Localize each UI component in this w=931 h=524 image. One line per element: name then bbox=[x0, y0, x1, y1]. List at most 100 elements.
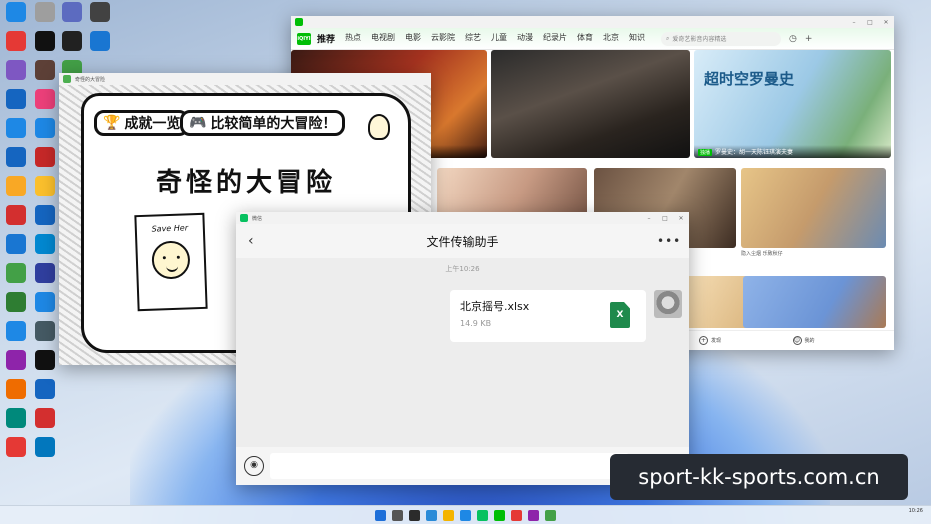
maximize-icon[interactable]: □ bbox=[661, 215, 669, 222]
file-explorer-icon[interactable] bbox=[443, 509, 454, 521]
desktop-icon[interactable] bbox=[33, 234, 57, 255]
desktop-icon[interactable] bbox=[4, 89, 28, 110]
desktop-icon[interactable] bbox=[33, 379, 57, 400]
edge-icon[interactable] bbox=[426, 509, 437, 521]
history-icon[interactable]: ◷ bbox=[789, 34, 797, 44]
nav-tab[interactable]: 儿童 bbox=[491, 32, 507, 45]
window-title: 奇怪的大冒险 bbox=[75, 76, 106, 83]
nav-tab[interactable]: 北京 bbox=[603, 32, 619, 45]
chat-titlebar[interactable]: 微信 – □ ✕ bbox=[236, 212, 689, 224]
desktop-icon[interactable] bbox=[4, 292, 28, 313]
search-input[interactable]: ⌕ 爱奇艺影音内容精选 bbox=[661, 31, 782, 46]
chat-window[interactable]: 微信 – □ ✕ ‹ 文件传输助手 ••• 上午10:26 北京摇号.xlsx … bbox=[236, 212, 689, 485]
wechat-taskbar-icon[interactable] bbox=[477, 509, 488, 521]
more-icon[interactable]: ••• bbox=[657, 234, 680, 248]
app-icon bbox=[6, 292, 26, 312]
desktop-icon[interactable] bbox=[33, 31, 57, 52]
nav-tab[interactable]: 推荐 bbox=[317, 32, 335, 45]
close-icon[interactable]: ✕ bbox=[882, 19, 890, 26]
task-view-icon[interactable] bbox=[409, 509, 420, 521]
file-message[interactable]: 北京摇号.xlsx 14.9 KB X bbox=[450, 290, 646, 342]
video-tile[interactable] bbox=[491, 50, 690, 158]
desktop-icon[interactable] bbox=[4, 176, 28, 197]
app-taskbar-icon[interactable] bbox=[528, 509, 539, 521]
desktop-icon[interactable] bbox=[33, 292, 57, 313]
minimize-icon[interactable]: – bbox=[850, 19, 858, 26]
desktop-icon[interactable] bbox=[4, 31, 28, 52]
desktop-icon[interactable] bbox=[33, 2, 57, 23]
desktop-icon[interactable] bbox=[4, 147, 28, 168]
chat-title: 文件传输助手 bbox=[426, 234, 499, 249]
voice-icon[interactable]: ◉ bbox=[244, 456, 264, 476]
back-icon[interactable]: ‹ bbox=[248, 233, 268, 249]
desktop-icon[interactable] bbox=[33, 408, 57, 429]
profile-label: 我的 bbox=[804, 338, 815, 344]
desktop-icon[interactable] bbox=[33, 437, 57, 458]
app-icon bbox=[90, 31, 110, 51]
desktop-icon[interactable] bbox=[33, 350, 57, 371]
nav-tab[interactable]: 知识 bbox=[629, 32, 645, 45]
nav-tab[interactable]: 体育 bbox=[577, 32, 593, 45]
search-icon[interactable] bbox=[392, 509, 403, 521]
desktop-icon[interactable] bbox=[4, 350, 28, 371]
app-icon bbox=[35, 292, 55, 312]
app-taskbar-icon[interactable] bbox=[545, 509, 556, 521]
profile-tab[interactable]: ☺ 我的 bbox=[792, 336, 887, 345]
app-icon bbox=[90, 2, 110, 22]
desktop-icon[interactable] bbox=[4, 60, 28, 81]
save-her-note[interactable]: Save Her bbox=[134, 212, 208, 312]
search-placeholder: 爱奇艺影音内容精选 bbox=[672, 36, 727, 43]
minimize-icon[interactable]: – bbox=[645, 215, 653, 222]
desktop-icon[interactable] bbox=[33, 263, 57, 284]
easy-mode-button[interactable]: 🎮 比较简单的大冒险！ bbox=[180, 110, 346, 136]
clock[interactable]: 10:26 bbox=[909, 508, 923, 515]
desktop-icon[interactable] bbox=[4, 234, 28, 255]
desktop-icon[interactable] bbox=[4, 263, 28, 284]
desktop-icon[interactable] bbox=[4, 379, 28, 400]
nav-tab[interactable]: 电视剧 bbox=[371, 32, 395, 45]
desktop-icon[interactable] bbox=[4, 437, 28, 458]
desktop-icon[interactable] bbox=[4, 118, 28, 139]
desktop-icon[interactable] bbox=[4, 321, 28, 342]
add-icon[interactable]: + bbox=[805, 34, 813, 44]
video-tile[interactable] bbox=[743, 276, 886, 328]
desktop-icon[interactable] bbox=[60, 2, 84, 23]
desktop-icon[interactable] bbox=[4, 408, 28, 429]
desktop-icon[interactable] bbox=[60, 31, 84, 52]
desktop-icon[interactable] bbox=[33, 60, 57, 81]
video-tile[interactable] bbox=[741, 168, 886, 248]
nav-tab[interactable]: 综艺 bbox=[465, 32, 481, 45]
video-app-titlebar[interactable]: – □ ✕ bbox=[291, 16, 894, 28]
close-icon[interactable]: ✕ bbox=[677, 215, 685, 222]
nav-tab[interactable]: 动漫 bbox=[517, 32, 533, 45]
nav-tab[interactable]: 热点 bbox=[345, 32, 361, 45]
start-icon[interactable] bbox=[375, 509, 386, 521]
chat-messages[interactable]: 上午10:26 北京摇号.xlsx 14.9 KB X bbox=[236, 258, 689, 447]
app-taskbar-icon[interactable] bbox=[511, 509, 522, 521]
desktop-icon[interactable] bbox=[33, 205, 57, 226]
desktop-icon[interactable] bbox=[33, 176, 57, 197]
game-titlebar[interactable]: 奇怪的大冒险 bbox=[59, 73, 431, 85]
desktop-icon[interactable] bbox=[88, 2, 112, 23]
app-icon bbox=[6, 31, 26, 51]
maximize-icon[interactable]: □ bbox=[866, 19, 874, 26]
desktop-icon[interactable] bbox=[33, 147, 57, 168]
message-input[interactable] bbox=[270, 453, 629, 479]
desktop-icon[interactable] bbox=[33, 118, 57, 139]
file-name: 北京摇号.xlsx bbox=[460, 300, 530, 313]
nav-tab[interactable]: 纪录片 bbox=[543, 32, 567, 45]
desktop-icon[interactable] bbox=[33, 321, 57, 342]
nav-tab[interactable]: 电影 bbox=[405, 32, 421, 45]
discover-tab[interactable]: + 发现 bbox=[699, 336, 793, 345]
desktop-icon[interactable] bbox=[88, 31, 112, 52]
nav-tab[interactable]: 云影院 bbox=[431, 32, 455, 45]
app-icon bbox=[6, 263, 26, 283]
desktop-icon[interactable] bbox=[4, 205, 28, 226]
desktop-icon[interactable] bbox=[4, 2, 28, 23]
desktop-icon[interactable] bbox=[33, 89, 57, 110]
avatar[interactable] bbox=[654, 290, 682, 318]
video-tile[interactable]: 超时空罗曼史 独播 罗曼史：胡一天陈钰琪演夫妻 bbox=[694, 50, 891, 158]
achievements-button[interactable]: 🏆 成就一览 bbox=[94, 110, 190, 136]
iqiyi-taskbar-icon[interactable] bbox=[494, 509, 505, 521]
store-icon[interactable] bbox=[460, 509, 471, 521]
